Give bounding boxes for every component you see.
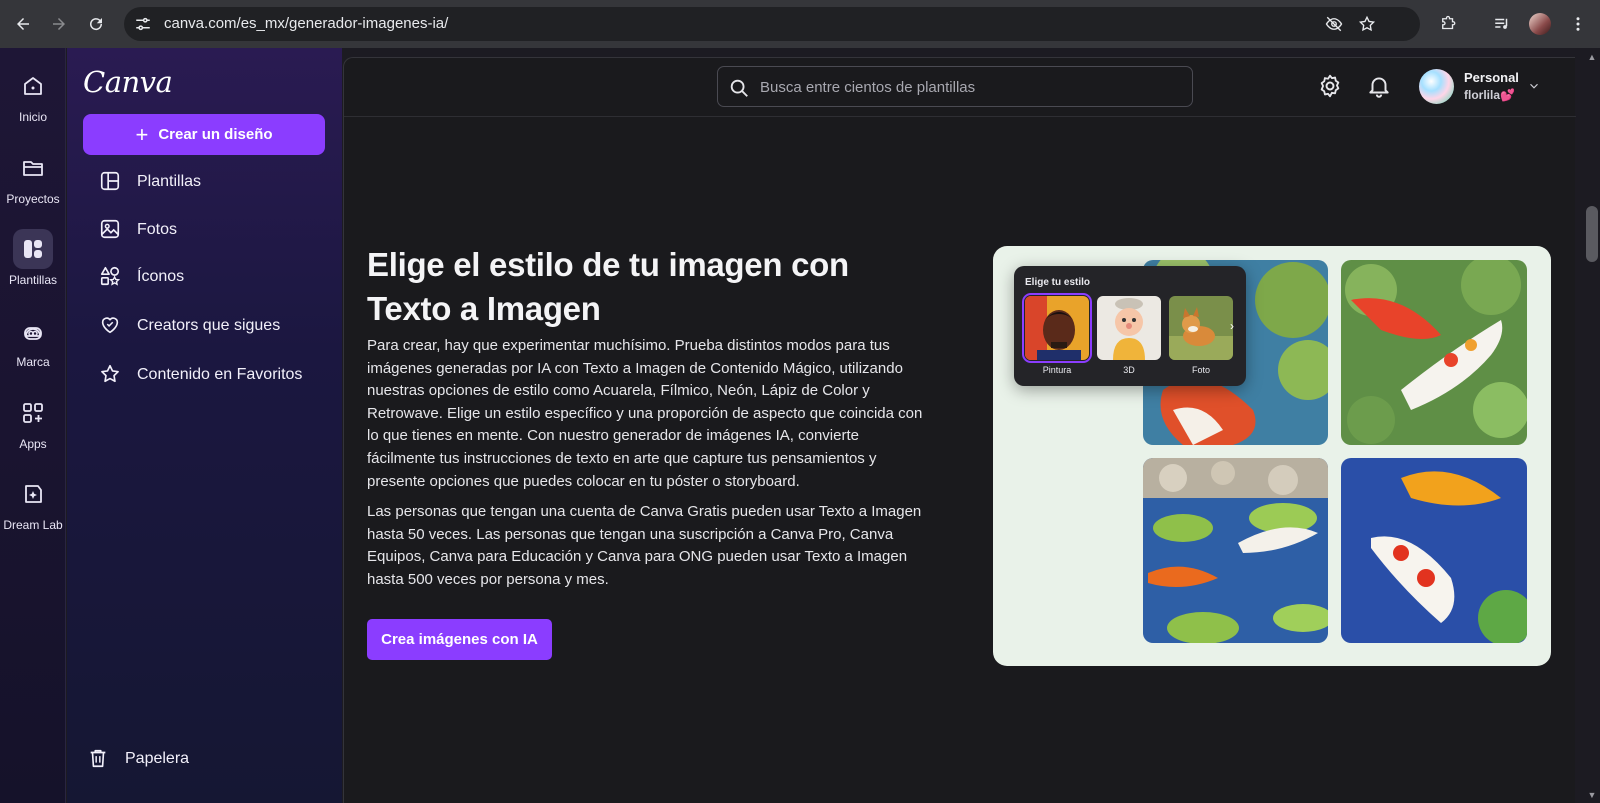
sidebar-item-label: Íconos bbox=[137, 268, 185, 285]
templates-icon bbox=[13, 229, 53, 269]
search-input[interactable]: Busca entre cientos de plantillas bbox=[717, 66, 1193, 107]
top-bar: Busca entre cientos de plantillas Person… bbox=[344, 58, 1576, 117]
sidebar-item-label: Plantillas bbox=[137, 173, 202, 190]
sidebar-item-iconos[interactable]: Íconos bbox=[83, 257, 325, 297]
rail-label: Dream Lab bbox=[3, 518, 63, 532]
home-icon bbox=[13, 66, 53, 106]
bell-icon[interactable] bbox=[1366, 73, 1392, 99]
browser-toolbar: canva.com/es_mx/generador-imagenes-ia/ bbox=[0, 0, 1600, 48]
sidebar-item-fotos[interactable]: Fotos bbox=[83, 210, 325, 250]
rail-item-inicio[interactable]: Inicio bbox=[0, 66, 66, 124]
trash-icon bbox=[87, 747, 111, 771]
trash-label: Papelera bbox=[125, 750, 190, 767]
page-heading: Elige el estilo de tu imagen con Texto a… bbox=[367, 246, 849, 327]
sidebar-item-creators[interactable]: Creators que sigues bbox=[83, 306, 325, 346]
style-option-label: Foto bbox=[1191, 365, 1210, 375]
style-picker-title: Elige tu estilo bbox=[1025, 277, 1091, 288]
sidebar-item-papelera[interactable]: Papelera bbox=[71, 739, 313, 779]
rail-item-proyectos[interactable]: Proyectos bbox=[0, 148, 66, 206]
sidebar-item-label: Creators que sigues bbox=[137, 317, 281, 334]
reload-icon bbox=[90, 18, 103, 31]
koi-image-3 bbox=[1143, 458, 1328, 643]
style-option-label: 3D bbox=[1123, 365, 1135, 375]
back-button[interactable] bbox=[8, 9, 38, 39]
sidebar-item-favoritos[interactable]: Contenido en Favoritos bbox=[83, 355, 325, 395]
canva-logo[interactable]: Canva bbox=[83, 65, 173, 99]
eye-off-icon[interactable] bbox=[1325, 15, 1343, 33]
style-option-3d[interactable] bbox=[1097, 296, 1161, 360]
account-type[interactable]: Personal bbox=[1464, 70, 1519, 85]
koi-image-2 bbox=[1341, 260, 1527, 445]
plus-icon: + bbox=[135, 121, 149, 147]
account-name[interactable]: florlila💕 bbox=[1464, 88, 1515, 102]
create-design-button[interactable]: + Crear un diseño bbox=[83, 114, 325, 155]
puzzle-icon bbox=[1442, 15, 1456, 30]
create-design-label: Crear un diseño bbox=[158, 126, 273, 143]
brand-icon bbox=[13, 311, 53, 351]
search-placeholder: Busca entre cientos de plantillas bbox=[760, 79, 976, 96]
playlist-icon bbox=[1495, 18, 1508, 29]
sidebar-item-plantillas[interactable]: Plantillas bbox=[83, 162, 325, 202]
shapes-icon bbox=[99, 265, 123, 289]
photo-icon bbox=[99, 218, 123, 242]
rail-item-plantillas[interactable]: Plantillas bbox=[0, 229, 66, 287]
side-panel: Canva + Crear un diseño Plantillas Fotos… bbox=[67, 48, 342, 803]
address-bar[interactable]: canva.com/es_mx/generador-imagenes-ia/ bbox=[124, 7, 1420, 41]
koi-illustration: Elige tu estilo › Pintura 3D Foto bbox=[993, 246, 1551, 666]
media-button[interactable] bbox=[1487, 9, 1517, 39]
rail-item-dream-lab[interactable]: Dream Lab bbox=[0, 474, 66, 532]
rail-item-marca[interactable]: Marca bbox=[0, 311, 66, 369]
gear-icon[interactable] bbox=[1317, 73, 1343, 99]
rail-item-apps[interactable]: Apps bbox=[0, 393, 66, 451]
rail-label: Plantillas bbox=[8, 273, 58, 287]
main-content: Busca entre cientos de plantillas Person… bbox=[343, 57, 1576, 803]
usage-paragraph: Las personas que tengan una cuenta de Ca… bbox=[367, 503, 922, 588]
heart-icon bbox=[99, 314, 123, 338]
more-vertical-icon bbox=[1576, 17, 1580, 31]
create-ai-images-button[interactable]: Crea imágenes con IA bbox=[367, 619, 552, 660]
koi-image-4 bbox=[1341, 458, 1527, 643]
url-text[interactable]: canva.com/es_mx/generador-imagenes-ia/ bbox=[164, 15, 448, 32]
profile-avatar[interactable] bbox=[1529, 13, 1551, 35]
chevron-right-icon[interactable]: › bbox=[1230, 319, 1234, 333]
account-avatar[interactable] bbox=[1419, 69, 1454, 104]
folder-icon bbox=[13, 148, 53, 188]
star-icon bbox=[99, 363, 123, 387]
arrow-left-icon bbox=[17, 18, 29, 30]
sidebar-item-label: Contenido en Favoritos bbox=[137, 366, 303, 383]
arrow-right-icon bbox=[53, 18, 65, 30]
chevron-down-icon[interactable] bbox=[1527, 79, 1541, 93]
rail-label: Proyectos bbox=[6, 192, 60, 206]
page-scrollbar[interactable] bbox=[1584, 48, 1600, 803]
search-icon bbox=[730, 79, 748, 97]
style-picker-card: Elige tu estilo › Pintura 3D Foto bbox=[1014, 266, 1246, 386]
style-option-label: Pintura bbox=[1042, 365, 1072, 375]
scroll-up-icon[interactable]: ▲ bbox=[1586, 52, 1598, 62]
site-settings-icon[interactable] bbox=[134, 15, 152, 33]
style-option-pintura[interactable] bbox=[1022, 293, 1092, 363]
rail-label: Apps bbox=[19, 437, 47, 451]
dream-lab-icon bbox=[13, 474, 53, 514]
templates-icon bbox=[99, 170, 123, 194]
intro-paragraph: Para crear, hay que experimentar muchísi… bbox=[367, 337, 923, 490]
forward-button[interactable] bbox=[44, 9, 74, 39]
reload-button[interactable] bbox=[81, 9, 111, 39]
apps-icon bbox=[13, 393, 53, 433]
scrollbar-thumb[interactable] bbox=[1586, 206, 1598, 262]
rail-label: Inicio bbox=[18, 110, 47, 124]
bookmark-star-icon[interactable] bbox=[1358, 15, 1376, 33]
extensions-button[interactable] bbox=[1433, 9, 1463, 39]
sidebar-item-label: Fotos bbox=[137, 221, 178, 238]
rail-label: Marca bbox=[16, 355, 50, 369]
menu-button[interactable] bbox=[1563, 9, 1593, 39]
style-option-foto[interactable] bbox=[1169, 296, 1233, 360]
scroll-down-icon[interactable]: ▼ bbox=[1586, 790, 1598, 800]
navigation-rail: Inicio Proyectos Plantillas Marca Apps D… bbox=[0, 48, 66, 803]
